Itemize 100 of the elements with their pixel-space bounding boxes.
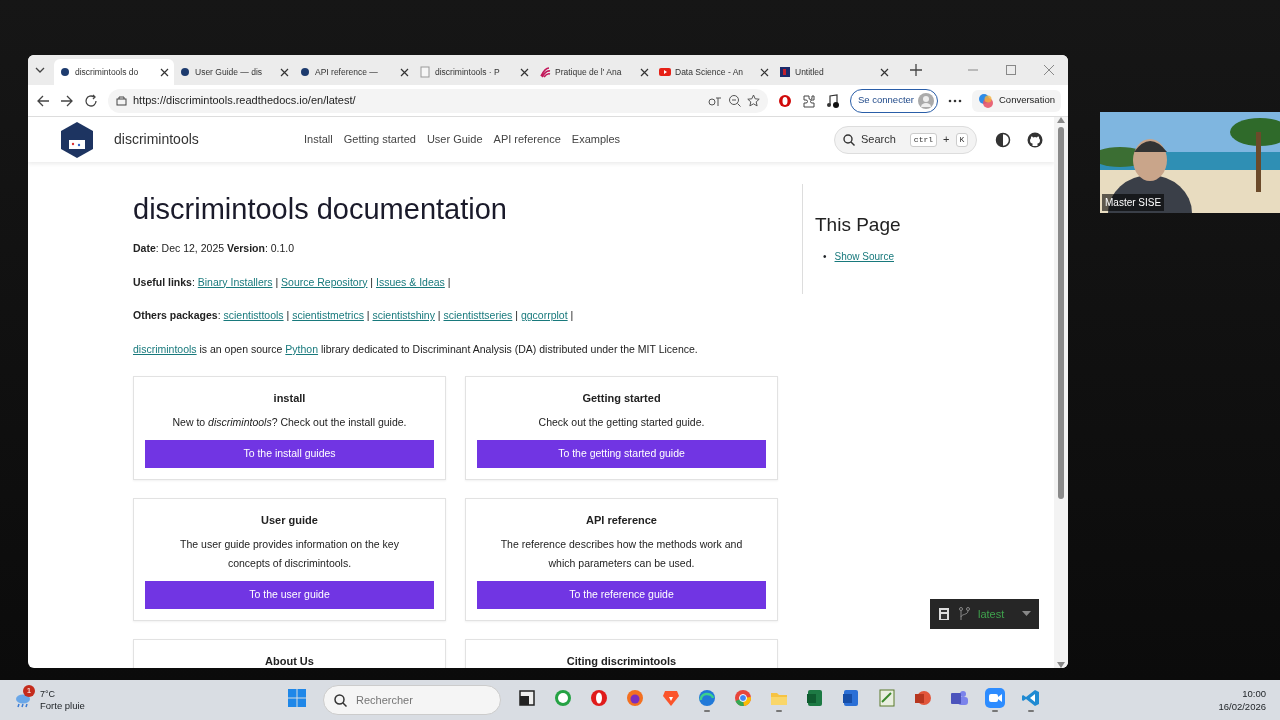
meta-text: Date: Dec 12, 2025 Version: 0.1.0: [133, 240, 296, 256]
back-icon[interactable]: [36, 93, 50, 108]
guide-button[interactable]: To the install guides: [145, 440, 434, 468]
nav-link[interactable]: Examples: [571, 131, 621, 148]
assistant-icon: [978, 92, 994, 109]
browser-tab[interactable]: API reference —: [294, 59, 414, 85]
book-icon: [938, 607, 950, 621]
sign-in-button[interactable]: Se connecter: [850, 88, 938, 113]
browser-tab[interactable]: User Guide — dis: [174, 59, 294, 85]
maximize-icon[interactable]: [1005, 64, 1017, 76]
version-menu[interactable]: latest: [930, 599, 1039, 629]
theme-toggle-icon[interactable]: [995, 131, 1012, 148]
site-icon: [299, 66, 311, 78]
scrollbar[interactable]: [1054, 117, 1068, 668]
browser-tab[interactable]: discrimintools do: [54, 59, 174, 85]
doc-link[interactable]: ggcorrplot: [520, 309, 568, 322]
browser-tab[interactable]: Data Science - An: [654, 59, 774, 85]
close-icon[interactable]: [400, 67, 409, 77]
zoom-out-icon[interactable]: [728, 94, 741, 107]
logo-icon[interactable]: [58, 120, 96, 159]
nav-link[interactable]: Install: [304, 131, 333, 148]
github-icon[interactable]: [1027, 131, 1044, 148]
doc-link[interactable]: scientisttools: [223, 309, 284, 322]
card-title: Citing discrimintools: [566, 655, 677, 668]
new-tab-icon[interactable]: [910, 64, 922, 76]
nav-link[interactable]: User Guide: [426, 131, 483, 148]
address-bar[interactable]: https://discrimintools.readthedocs.io/en/latest/: [108, 88, 768, 113]
source-link[interactable]: Show Source: [834, 248, 894, 264]
participant-name: Master SISE: [1102, 194, 1165, 211]
site-title[interactable]: discrimintools: [114, 129, 304, 150]
card-title: Getting started: [582, 391, 661, 405]
close-icon[interactable]: [280, 67, 289, 77]
close-icon[interactable]: [160, 67, 169, 77]
refresh-icon[interactable]: [84, 93, 98, 108]
temperature: 7°C: [40, 688, 57, 700]
nav-link[interactable]: Getting started: [343, 131, 416, 148]
globe-icon: [625, 688, 645, 708]
nav-link[interactable]: API reference: [493, 131, 561, 148]
scroll-down-icon[interactable]: [1057, 662, 1065, 668]
translate-icon[interactable]: [708, 94, 722, 107]
guide-button[interactable]: To the reference guide: [477, 581, 766, 610]
notepad-icon: [877, 688, 897, 708]
guide-button[interactable]: To the getting started guide: [477, 440, 766, 468]
search-icon: [334, 694, 347, 707]
people-icon: [949, 688, 969, 708]
doc-link[interactable]: Python: [285, 343, 319, 356]
card-title: User guide: [261, 514, 318, 528]
doc-link[interactable]: Binary Installers: [197, 275, 273, 288]
browser-tab[interactable]: discrimintools · P: [414, 59, 534, 85]
doc-link[interactable]: Issues & Ideas: [376, 275, 445, 288]
paragraph: Useful links: Binary Installers | Source Repository | Issues & Ideas |: [133, 274, 452, 290]
card-text: New to discrimintools? Check out the install guide.: [172, 415, 407, 430]
card-text: The reference describes how the methods work and which parameters can be used.: [499, 537, 744, 572]
paragraph: Others packages: scientisttools | scientistmetrics | scientistshiny | scientisttseries | ggcorrplot |: [133, 308, 575, 324]
windows-icon: [287, 688, 307, 708]
avatar-icon: [918, 92, 934, 109]
site-icon: [59, 66, 71, 78]
chat-button[interactable]: Conversation: [972, 89, 1061, 112]
browser-tab[interactable]: Pratique de l' Ana: [534, 59, 654, 85]
circle-icon: [733, 688, 753, 708]
caret-icon: [1022, 611, 1031, 617]
swirl-icon: [539, 66, 551, 78]
clock-date: 16/02/2026: [1218, 700, 1266, 713]
card-title: API reference: [586, 514, 657, 528]
close-icon[interactable]: [520, 67, 529, 77]
doc-link[interactable]: discrimintools: [133, 343, 197, 356]
square-icon: [779, 66, 791, 78]
doc-link[interactable]: scientistshiny: [372, 309, 435, 322]
bullet: •: [823, 249, 827, 264]
card-text: The user guide provides information on the key concepts of discrimintools.: [179, 537, 400, 572]
forward-icon[interactable]: [60, 93, 74, 108]
music-icon[interactable]: [826, 93, 840, 108]
ring-icon[interactable]: [778, 93, 792, 108]
card-title: About Us: [265, 655, 314, 668]
close-icon[interactable]: [640, 67, 649, 77]
play-icon: [659, 66, 671, 78]
ring-icon: [589, 688, 609, 708]
close-icon[interactable]: [880, 67, 889, 77]
search-field[interactable]: Search ctrl + K: [834, 125, 978, 154]
star-icon[interactable]: [747, 94, 760, 107]
card-title: install: [273, 391, 306, 405]
video-camera-icon: [985, 688, 1005, 708]
wave-icon: [697, 688, 717, 708]
puzzle-icon[interactable]: [802, 93, 816, 108]
spreadsheet-icon: [805, 688, 825, 708]
guide-button[interactable]: To the user guide: [145, 581, 434, 610]
more-icon[interactable]: [948, 98, 962, 103]
close-icon[interactable]: [760, 67, 769, 77]
site-icon: [179, 66, 191, 78]
browser-tab[interactable]: Untitled: [774, 59, 894, 85]
weather-text: Forte pluie: [40, 700, 85, 712]
chat-bubble-icon: [553, 688, 573, 708]
doc-link[interactable]: scientistmetrics: [292, 309, 364, 322]
doc-link[interactable]: Source Repository: [281, 275, 368, 288]
document-icon: [841, 688, 861, 708]
taskbar-search[interactable]: Rechercher: [323, 685, 501, 715]
scroll-up-icon[interactable]: [1057, 117, 1065, 123]
paragraph: discrimintools is an open source Python library dedicated to Discriminant Analysis (DA) distributed under the MIT Licence.: [133, 342, 699, 358]
lock-icon: [116, 95, 127, 106]
doc-link[interactable]: scientisttseries: [443, 309, 513, 322]
